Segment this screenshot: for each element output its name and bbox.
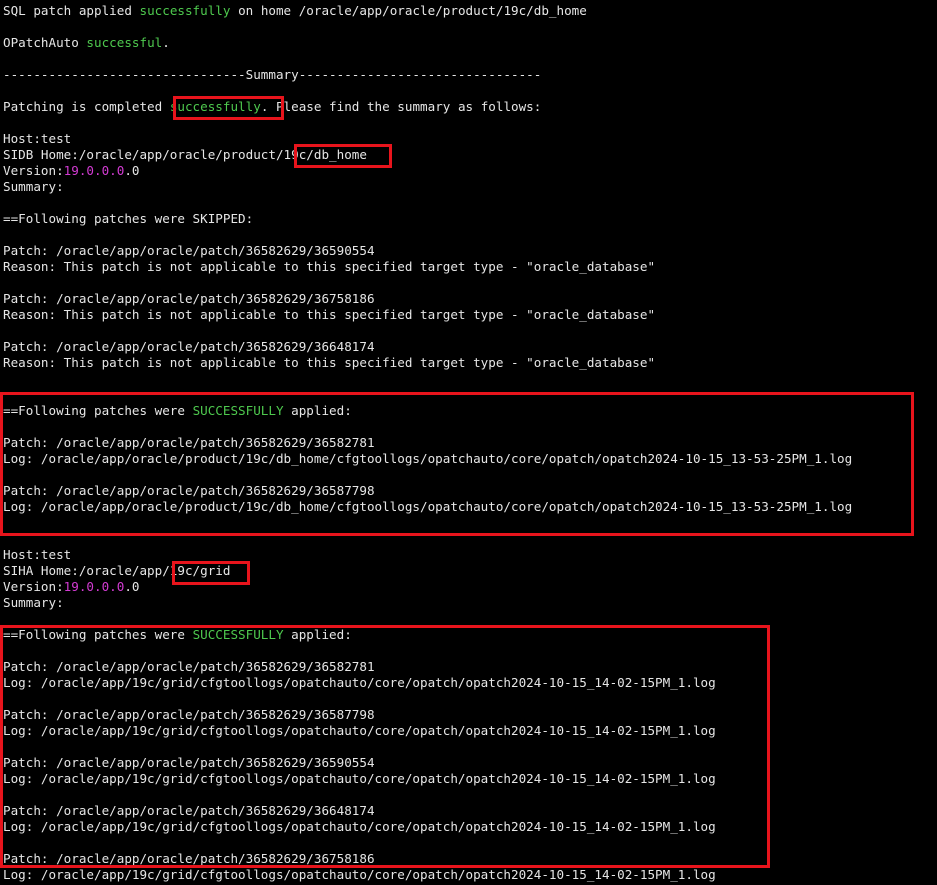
terminal-text: Reason: This patch is not applicable to … <box>3 259 656 274</box>
terminal-line: SQL patch applied successfully on home /… <box>3 3 587 19</box>
success-text: SUCCESSFULLY <box>192 627 284 642</box>
terminal-text: Patch: /oracle/app/oracle/patch/36582629… <box>3 707 375 722</box>
terminal-line: Patching is completed successfully. Plea… <box>3 99 541 115</box>
terminal-text: Patch: /oracle/app/oracle/patch/36582629… <box>3 659 375 674</box>
terminal-text: Log: /oracle/app/oracle/product/19c/db_h… <box>3 451 853 466</box>
terminal-line: Reason: This patch is not applicable to … <box>3 307 655 323</box>
terminal-text: Patch: /oracle/app/oracle/patch/36582629… <box>3 755 375 770</box>
success-text: successfully <box>169 99 261 114</box>
terminal-text: SIDB Home:/oracle/app/oracle/product/19c… <box>3 147 367 162</box>
terminal-text: Reason: This patch is not applicable to … <box>3 355 656 370</box>
terminal-text: Version: <box>3 579 64 594</box>
terminal-line: Log: /oracle/app/19c/grid/cfgtoollogs/op… <box>3 819 716 835</box>
terminal-text: Reason: This patch is not applicable to … <box>3 307 656 322</box>
terminal-text: applied: <box>283 403 352 418</box>
terminal-line: Patch: /oracle/app/oracle/patch/36582629… <box>3 659 375 675</box>
terminal-text: SQL patch applied <box>3 3 140 18</box>
terminal-text: Log: /oracle/app/19c/grid/cfgtoollogs/op… <box>3 867 716 882</box>
version-number: 19.0.0.0 <box>63 163 125 178</box>
terminal-line: Patch: /oracle/app/oracle/patch/36582629… <box>3 851 375 867</box>
terminal-line: OPatchAuto successful. <box>3 35 170 51</box>
terminal-line: Log: /oracle/app/19c/grid/cfgtoollogs/op… <box>3 867 716 883</box>
terminal-text: Patching is completed <box>3 99 170 114</box>
terminal-text: Patch: /oracle/app/oracle/patch/36582629… <box>3 339 375 354</box>
terminal-text: .0 <box>124 163 140 178</box>
success-text: SUCCESSFULLY <box>192 403 284 418</box>
terminal-text: --------------------------------Summary-… <box>3 67 542 82</box>
terminal-text: Log: /oracle/app/19c/grid/cfgtoollogs/op… <box>3 771 716 786</box>
terminal-window[interactable]: SQL patch applied successfully on home /… <box>0 0 937 885</box>
terminal-line: --------------------------------Summary-… <box>3 67 541 83</box>
terminal-line: ==Following patches were SUCCESSFULLY ap… <box>3 403 352 419</box>
success-text: successful <box>86 35 163 50</box>
terminal-text: ==Following patches were <box>3 403 193 418</box>
terminal-line: Log: /oracle/app/19c/grid/cfgtoollogs/op… <box>3 723 716 739</box>
terminal-text: Host:test <box>3 131 72 146</box>
terminal-text: Summary: <box>3 595 64 610</box>
terminal-text: Patch: /oracle/app/oracle/patch/36582629… <box>3 803 375 818</box>
terminal-text: applied: <box>283 627 352 642</box>
terminal-line: Host:test <box>3 547 71 563</box>
terminal-text: Version: <box>3 163 64 178</box>
terminal-line: Log: /oracle/app/oracle/product/19c/db_h… <box>3 451 852 467</box>
terminal-line: Patch: /oracle/app/oracle/patch/36582629… <box>3 707 375 723</box>
terminal-line: Reason: This patch is not applicable to … <box>3 355 655 371</box>
terminal-line: Patch: /oracle/app/oracle/patch/36582629… <box>3 339 375 355</box>
terminal-text: Patch: /oracle/app/oracle/patch/36582629… <box>3 851 375 866</box>
terminal-text: Log: /oracle/app/oracle/product/19c/db_h… <box>3 499 853 514</box>
terminal-text: .0 <box>124 579 140 594</box>
terminal-text: Log: /oracle/app/19c/grid/cfgtoollogs/op… <box>3 723 716 738</box>
terminal-line: Version:19.0.0.0.0 <box>3 579 140 595</box>
terminal-text: Log: /oracle/app/19c/grid/cfgtoollogs/op… <box>3 675 716 690</box>
terminal-text: . Please find the summary as follows: <box>260 99 542 114</box>
terminal-line: Patch: /oracle/app/oracle/patch/36582629… <box>3 755 375 771</box>
terminal-text: Patch: /oracle/app/oracle/patch/36582629… <box>3 243 375 258</box>
terminal-line: Log: /oracle/app/19c/grid/cfgtoollogs/op… <box>3 675 716 691</box>
terminal-line: Log: /oracle/app/19c/grid/cfgtoollogs/op… <box>3 771 716 787</box>
success-text: successfully <box>139 3 231 18</box>
terminal-text: Host:test <box>3 547 72 562</box>
terminal-line: Patch: /oracle/app/oracle/patch/36582629… <box>3 483 375 499</box>
terminal-text: ==Following patches were SKIPPED: <box>3 211 254 226</box>
terminal-line: ==Following patches were SKIPPED: <box>3 211 253 227</box>
terminal-text: Summary: <box>3 179 64 194</box>
terminal-line: Patch: /oracle/app/oracle/patch/36582629… <box>3 803 375 819</box>
terminal-line: Host:test <box>3 131 71 147</box>
terminal-text: ==Following patches were <box>3 627 193 642</box>
terminal-line: SIDB Home:/oracle/app/oracle/product/19c… <box>3 147 367 163</box>
terminal-text: Patch: /oracle/app/oracle/patch/36582629… <box>3 291 375 306</box>
terminal-line: Patch: /oracle/app/oracle/patch/36582629… <box>3 291 375 307</box>
terminal-line: Patch: /oracle/app/oracle/patch/36582629… <box>3 435 375 451</box>
terminal-text: OPatchAuto <box>3 35 87 50</box>
terminal-text: Patch: /oracle/app/oracle/patch/36582629… <box>3 435 375 450</box>
terminal-line: SIHA Home:/oracle/app/19c/grid <box>3 563 230 579</box>
terminal-line: ==Following patches were SUCCESSFULLY ap… <box>3 627 352 643</box>
version-number: 19.0.0.0 <box>63 579 125 594</box>
terminal-line: Summary: <box>3 179 64 195</box>
terminal-text: Patch: /oracle/app/oracle/patch/36582629… <box>3 483 375 498</box>
terminal-line: Log: /oracle/app/oracle/product/19c/db_h… <box>3 499 852 515</box>
terminal-text: SIHA Home:/oracle/app/19c/grid <box>3 563 231 578</box>
terminal-text: Log: /oracle/app/19c/grid/cfgtoollogs/op… <box>3 819 716 834</box>
terminal-text: . <box>162 35 170 50</box>
terminal-line: Version:19.0.0.0.0 <box>3 163 140 179</box>
terminal-line: Summary: <box>3 595 64 611</box>
terminal-line: Reason: This patch is not applicable to … <box>3 259 655 275</box>
terminal-text: on home /oracle/app/oracle/product/19c/d… <box>230 3 587 18</box>
terminal-line: Patch: /oracle/app/oracle/patch/36582629… <box>3 243 375 259</box>
